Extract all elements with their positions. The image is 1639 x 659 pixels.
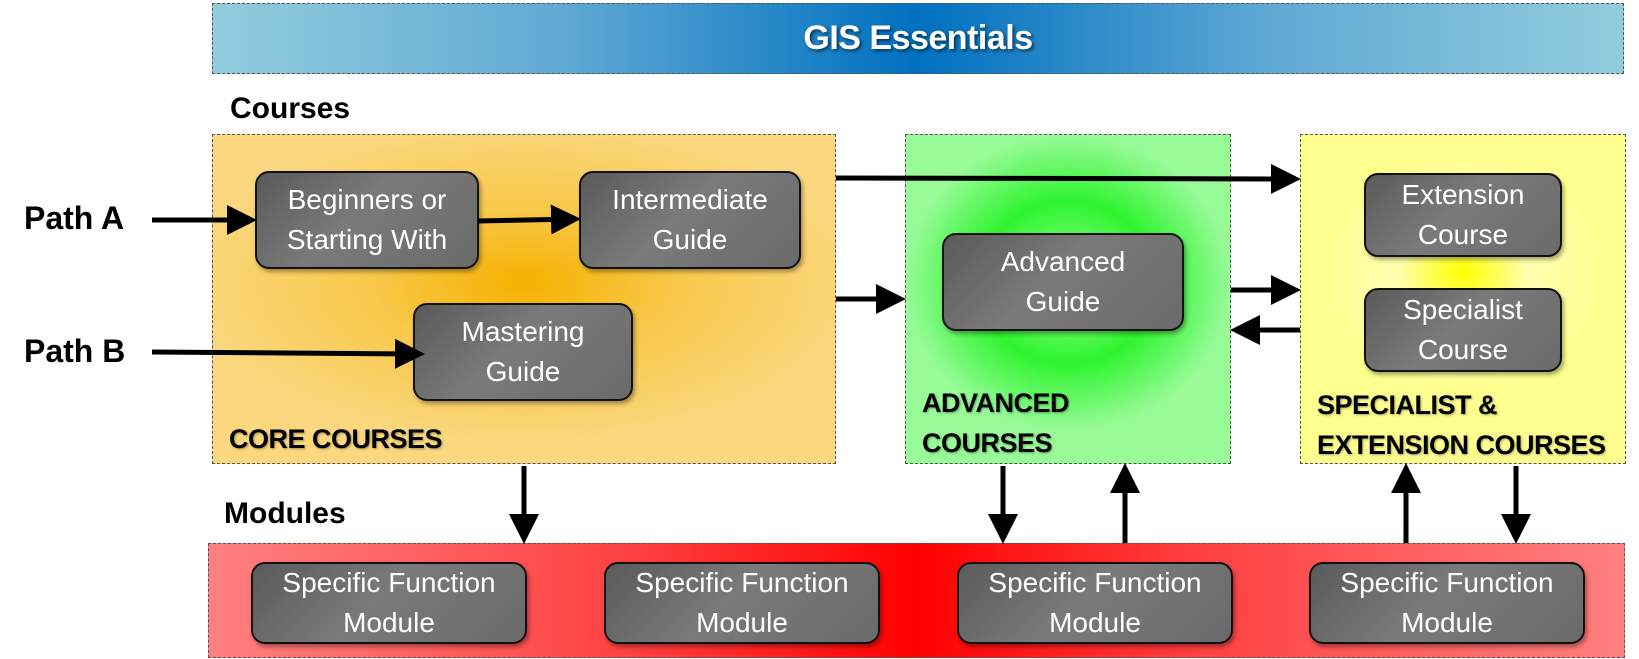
- arrow-beginners-to-intermediate: [477, 204, 581, 235]
- arrow-path-b-to-mastering: [151, 338, 425, 369]
- connector-arrows: [151, 163, 1531, 544]
- arrow-core-to-specialist: [835, 163, 1301, 194]
